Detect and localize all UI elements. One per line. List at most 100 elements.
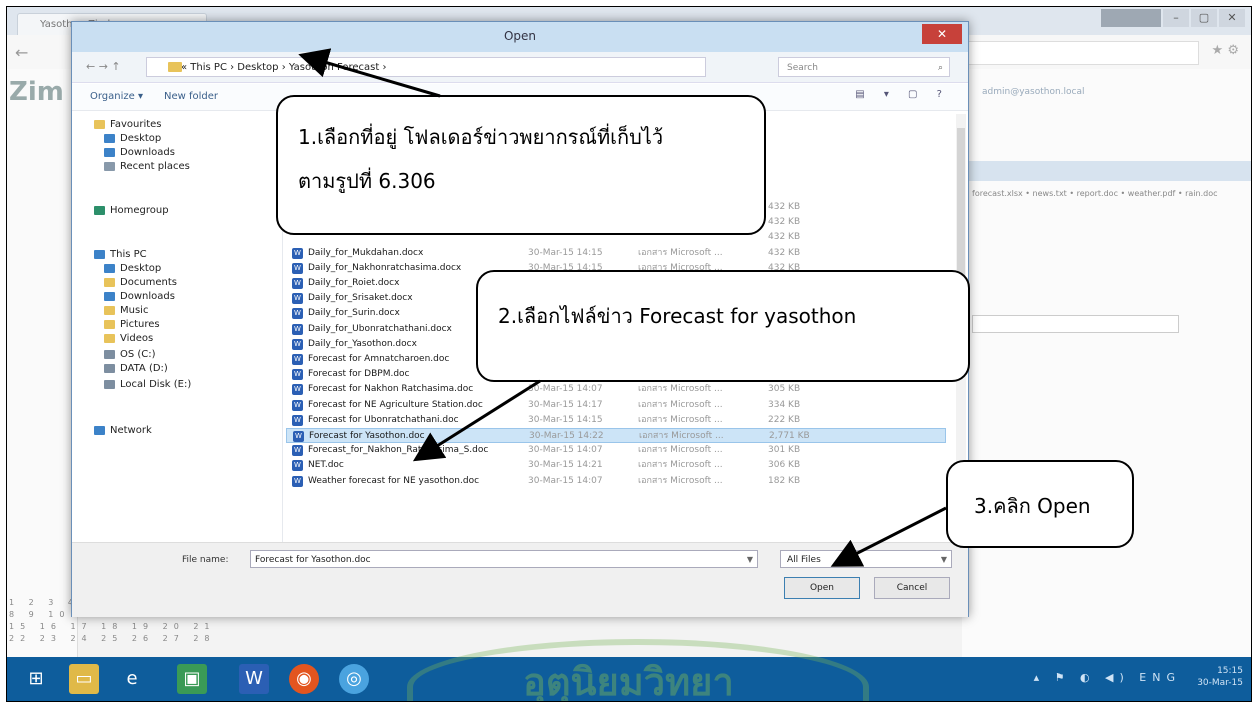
file-name: Daily_for_Ubonratchathani.docx — [308, 323, 452, 334]
file-name: NET.doc — [308, 460, 344, 471]
folder-icon — [104, 291, 115, 301]
file-row[interactable]: W Daily_for_Mukdahan.docx 30-Mar-15 14:15 เ… — [286, 246, 946, 261]
file-row[interactable]: W NET.doc 30-Mar-15 14:21 เอกสาร Microsoft … — [286, 458, 946, 473]
taskbar-clock[interactable]: 15:15 30-Mar-15 — [1197, 665, 1243, 689]
maximize-button[interactable]: ▢ — [1191, 9, 1217, 27]
file-type-select[interactable]: All Files ▼ — [780, 550, 952, 568]
dialog-title: Open — [503, 29, 537, 43]
word-document-icon: W — [292, 414, 303, 426]
back-icon[interactable]: ← — [15, 43, 28, 62]
file-size: 432 KB — [768, 232, 801, 243]
nav-item[interactable]: Videos — [104, 332, 153, 346]
search-icon[interactable]: ⌕ — [938, 58, 943, 78]
dialog-bottom-bar: File name: Forecast for Yasothon.doc ▼ A… — [72, 542, 968, 617]
nav-item-label: Pictures — [120, 319, 160, 330]
windows-start-icon[interactable]: ⊞ — [21, 664, 51, 694]
file-explorer-icon[interactable]: ▭ — [69, 664, 99, 694]
nav-item[interactable]: DATA (D:) — [104, 362, 168, 376]
file-date: 30-Mar-15 14:22 — [529, 431, 604, 441]
nav-item[interactable]: OS (C:) — [104, 348, 156, 362]
system-tray[interactable]: ▴ ⚑ ◐ ◀) ENG — [1034, 671, 1181, 684]
file-type-value: All Files — [787, 555, 821, 565]
file-row[interactable]: W Weather forecast for NE yasothon.doc 30-… — [286, 474, 946, 489]
file-size: 432 KB — [768, 247, 801, 258]
word-document-icon: W — [292, 293, 303, 305]
folder-icon — [104, 319, 115, 329]
folder-icon — [94, 119, 105, 129]
chevron-down-icon[interactable]: ▼ — [747, 551, 753, 569]
file-size: 222 KB — [768, 414, 801, 425]
file-name: Forecast for Amnatcharoen.doc — [308, 354, 450, 364]
folder-icon — [104, 133, 115, 143]
filename-input[interactable]: Forecast for Yasothon.doc ▼ — [250, 550, 758, 568]
browser-toolbar-icons[interactable]: ★ ⚙ — [1212, 43, 1239, 58]
nav-item[interactable]: Documents — [104, 276, 177, 290]
file-row[interactable]: W Forecast for NE Agriculture Station.doc… — [286, 398, 946, 413]
chrome-icon[interactable]: ◎ — [339, 664, 369, 694]
nav-item[interactable]: Homegroup — [94, 204, 169, 218]
nav-item[interactable]: Downloads — [104, 290, 175, 304]
nav-item-label: This PC — [110, 249, 147, 260]
word-document-icon: W — [292, 369, 303, 381]
file-name: Daily_for_Srisaket.docx — [308, 293, 413, 304]
photos-icon[interactable]: ▣ — [177, 664, 207, 694]
minimize-button[interactable]: – — [1163, 9, 1189, 27]
view-options-icon[interactable]: ▤ ▾ ▢ ? — [855, 89, 950, 100]
file-row[interactable]: W Forecast for Nakhon Ratchasima.doc 30-Ma… — [286, 382, 946, 397]
word-document-icon: W — [292, 323, 303, 335]
search-input[interactable]: Search ⌕ — [778, 57, 950, 77]
nav-item[interactable]: Downloads — [104, 146, 175, 160]
file-row[interactable]: W Forecast_for_Nakhon_Ratchasima_S.doc 30-… — [286, 443, 946, 458]
nav-item[interactable]: Desktop — [104, 262, 161, 276]
file-size: 182 KB — [768, 475, 801, 486]
new-folder-button[interactable]: New folder — [164, 91, 218, 102]
mail-subject-field[interactable] — [972, 315, 1179, 333]
nav-item[interactable]: This PC — [94, 248, 147, 262]
folder-icon — [104, 333, 115, 343]
file-name: Daily_for_Yasothon.docx — [308, 338, 417, 349]
firefox-icon[interactable]: ◉ — [289, 664, 319, 694]
chevron-down-icon[interactable]: ▼ — [941, 551, 947, 569]
callout-click-open: 3.คลิก Open — [946, 460, 1134, 548]
dialog-address-bar: ← → ↑ « This PC › Desktop › Yasothon For… — [72, 52, 968, 83]
dialog-nav-arrows-icon[interactable]: ← → ↑ — [86, 60, 121, 73]
breadcrumb[interactable]: « This PC › Desktop › Yasothon Forecast … — [146, 57, 706, 77]
word-document-icon: W — [292, 278, 303, 289]
nav-item-label: Downloads — [120, 147, 175, 158]
nav-item[interactable]: Music — [104, 304, 148, 318]
organize-button[interactable]: Organize ▾ — [90, 91, 143, 102]
nav-item[interactable]: Pictures — [104, 318, 160, 332]
file-size: 334 KB — [768, 399, 801, 410]
file-name: Forecast for Ubonratchathani.doc — [308, 414, 459, 425]
nav-item[interactable]: Favourites — [94, 118, 162, 132]
nav-item-label: Recent places — [120, 161, 190, 172]
nav-item-label: Local Disk (E:) — [120, 379, 192, 390]
file-size: 305 KB — [768, 384, 801, 395]
nav-item[interactable]: Recent places — [104, 160, 190, 174]
browser-window-controls: – ▢ ✕ — [1101, 9, 1245, 27]
folder-icon — [104, 349, 115, 359]
file-date: 30-Mar-15 14:17 — [528, 399, 603, 410]
mail-left-pane — [7, 69, 78, 659]
file-row-selected[interactable]: W Forecast for Yasothon.doc 30-Mar-15 14:2… — [286, 428, 946, 443]
file-date: 30-Mar-15 14:21 — [528, 460, 603, 471]
cancel-button[interactable]: Cancel — [874, 577, 950, 599]
zimbra-logo: Zim — [9, 77, 64, 107]
filename-value: Forecast for Yasothon.doc — [255, 555, 371, 565]
nav-item[interactable]: Network — [94, 424, 152, 438]
word-document-icon: W — [292, 308, 303, 320]
browser-url-field[interactable] — [967, 41, 1199, 65]
file-date: 30-Mar-15 14:07 — [528, 475, 603, 486]
file-name: Forecast for NE Agriculture Station.doc — [308, 399, 483, 410]
word-document-icon: W — [292, 399, 303, 411]
open-button[interactable]: Open — [784, 577, 860, 599]
file-row[interactable]: W Forecast for Ubonratchathani.doc 30-Mar-… — [286, 413, 946, 428]
watermark-seal: อุตุนิยมวิทยา — [407, 639, 869, 701]
dialog-close-button[interactable]: ✕ — [922, 24, 962, 44]
file-size: 2,771 KB — [769, 431, 810, 441]
nav-item[interactable]: Local Disk (E:) — [104, 378, 191, 392]
word-icon[interactable]: W — [239, 664, 269, 694]
nav-item[interactable]: Desktop — [104, 132, 161, 146]
internet-explorer-icon[interactable]: e — [117, 664, 147, 694]
close-button[interactable]: ✕ — [1219, 9, 1245, 27]
